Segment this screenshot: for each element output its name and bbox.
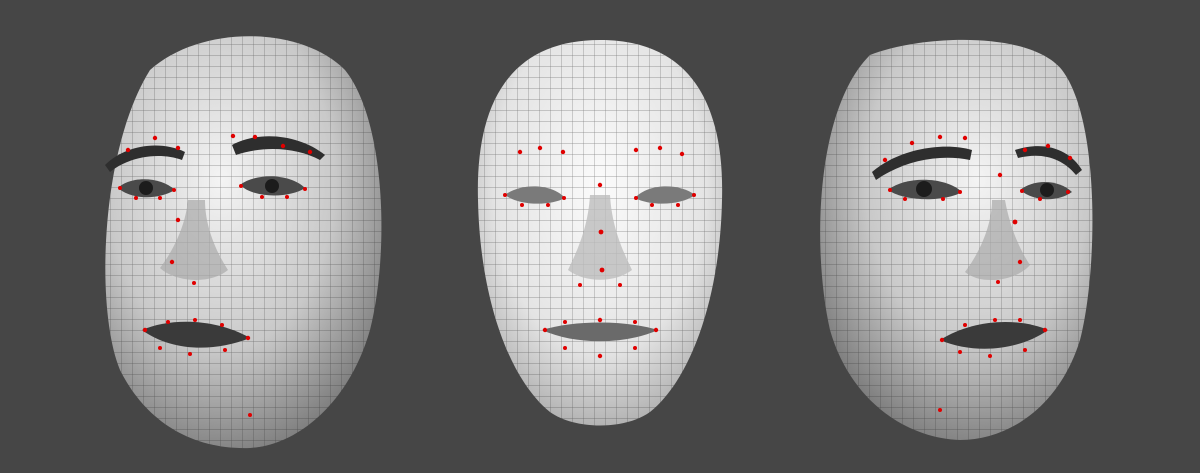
face-right xyxy=(820,39,1093,441)
face-center xyxy=(477,40,723,426)
face-left xyxy=(105,36,382,449)
face-mesh-scene xyxy=(105,36,1093,449)
